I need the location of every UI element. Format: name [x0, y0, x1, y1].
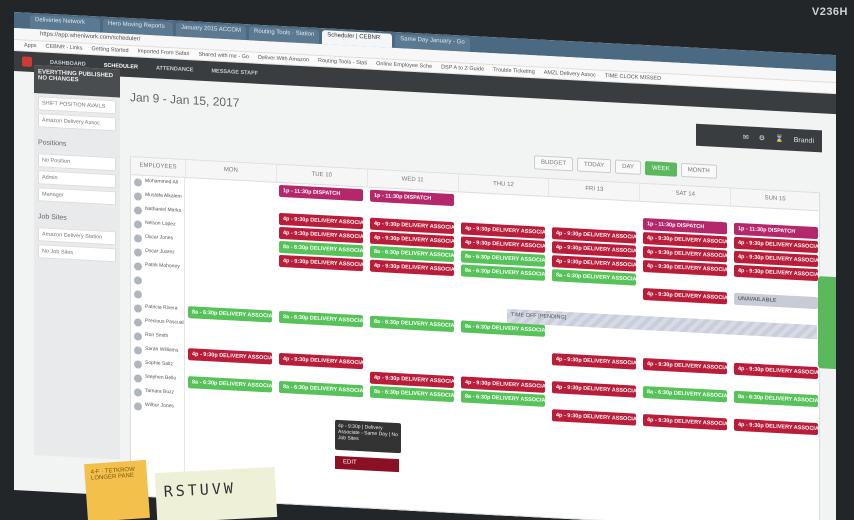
date-range[interactable]: Jan 9 - Jan 15, 2017 [130, 90, 239, 110]
shift-block[interactable]: 4p - 9:30p DELIVERY ASSOCIATE - 5 [734, 418, 818, 436]
shift-block[interactable]: 4p - 9:30p DELIVERY ASSOCIATE - 5 [643, 357, 727, 375]
day-header[interactable]: WED 11 [366, 169, 458, 192]
bookmark[interactable]: Apps [24, 43, 37, 52]
sticky-note: 4-F · TETKROW LONGER PANE [84, 459, 150, 520]
budget-button[interactable]: BUDGET [534, 155, 574, 172]
position-item[interactable]: No Position [38, 153, 116, 172]
shift-block[interactable]: 4p - 9:30p DELIVERY ASSOCIATE - 5 [188, 348, 272, 365]
shift-block[interactable]: 4p - 9:30p DELIVERY ASSOCIATE - 5 [643, 259, 727, 277]
shift-block[interactable]: 4p - 9:30p DELIVERY ASSOCIATE - 5 [552, 353, 636, 370]
job-site-item[interactable]: No Job Sites [38, 244, 116, 263]
shift-block[interactable]: 8a - 6:30p DELIVERY ASSOCIATE - 5 [552, 269, 636, 286]
keyboard-sticker: RSTUVW [154, 466, 278, 520]
job-sites-heading: Job Sites [38, 213, 67, 222]
day-button[interactable]: DAY [615, 159, 642, 175]
day-header[interactable]: MON [184, 159, 276, 182]
employee-column: Mohammed Ali Mustafa Alkalem Nathaniel Mar… [131, 175, 185, 498]
shift-block[interactable]: 8a - 6:30p DELIVERY ASSOCIATE - 5 [461, 264, 545, 281]
position-item[interactable]: Manager [38, 187, 116, 206]
time-off-block[interactable]: TIME OFF [PENDING] [507, 308, 817, 340]
schedule-grid: EMPLOYEES MON TUE 10 WED 11 THU 12 FRI 1… [130, 156, 820, 520]
day-header[interactable]: TUE 10 [275, 164, 367, 187]
month-button[interactable]: MONTH [680, 162, 717, 179]
location-select[interactable]: Amazon Delivery Assoc [38, 113, 116, 132]
monitor-label: V236H [811, 6, 848, 18]
shift-block[interactable]: 8a - 6:30p DELIVERY ASSOCIATE - 5 [279, 310, 363, 328]
shift-block[interactable]: 8a - 6:30p DELIVERY ASSOCIATE - 5 [461, 390, 545, 407]
job-site-item[interactable]: Amazon Delivery Station [38, 227, 116, 246]
screen: Deliveries Network Hero Moving Reports J… [14, 12, 836, 520]
shift-block[interactable]: 4p - 9:30p DELIVERY ASSOCIATE - 5 [279, 254, 363, 272]
today-button[interactable]: TODAY [577, 157, 612, 174]
shift-block[interactable]: 4p - 9:30p DELIVERY ASSOCIATE - 5 [734, 362, 818, 380]
sidebar-tab-position[interactable]: POSITION [59, 101, 85, 108]
shift-block[interactable]: UNAVAILABLE [734, 292, 818, 310]
nav-message-staff[interactable]: MESSAGE STAFF [211, 68, 257, 76]
shift-block[interactable]: 1p - 11:30p DISPATCH [370, 189, 454, 207]
sidebar-tab-avails[interactable]: AVAILS [87, 103, 105, 110]
shift-block[interactable]: 4p - 9:30p DELIVERY ASSOCIATE - 5 [370, 259, 454, 277]
shift-block[interactable]: 4p - 9:30p DELIVERY ASSOCIATE - 5 [279, 352, 363, 370]
shift-block[interactable]: 4p - 9:30p DELIVERY ASSOCIATE - 5 [552, 409, 636, 426]
employee-row[interactable]: Wilbur Jones [131, 399, 184, 416]
day-header[interactable]: THU 12 [457, 174, 549, 197]
shift-block[interactable]: 8a - 6:30p DELIVERY ASSOCIATE - 5 [370, 385, 454, 403]
shift-block[interactable]: 8a - 6:30p DELIVERY ASSOCIATE - 5 [370, 315, 454, 333]
shift-block[interactable]: 8a - 6:30p DELIVERY ASSOCIATE - 5 [643, 385, 727, 403]
app-logo-icon[interactable] [22, 56, 32, 67]
shift-block[interactable]: 8a - 6:30p DELIVERY ASSOCIATE - 5 [188, 306, 272, 323]
shift-block[interactable]: 4p - 9:30p DELIVERY ASSOCIATE - 5 [552, 381, 636, 398]
edit-shift-button[interactable]: EDIT [335, 455, 399, 473]
day-header[interactable]: FRI 13 [548, 179, 640, 201]
monitor: V236H Deliveries Network Hero Moving Rep… [0, 0, 854, 520]
employees-header: EMPLOYEES [139, 162, 177, 171]
sidebar: EVERYTHING PUBLISHED NO CHANGES SHIFT PO… [34, 65, 120, 460]
shift-block[interactable]: 1p - 11:30p DISPATCH [279, 184, 363, 202]
positions-heading: Positions [38, 139, 67, 148]
side-action-panel[interactable] [818, 276, 836, 370]
sidebar-tab-shift[interactable]: SHIFT [42, 100, 58, 107]
shift-block[interactable]: 8a - 6:30p DELIVERY ASSOCIATE - 5 [734, 390, 818, 408]
shift-tooltip: 4p - 9:30p | Delivery Associate - Same D… [335, 419, 401, 454]
shift-block[interactable]: 8a - 6:30p DELIVERY ASSOCIATE - 5 [279, 380, 363, 398]
shift-block[interactable]: 4p - 9:30p DELIVERY ASSOCIATE - 5 [643, 287, 727, 305]
day-header[interactable]: SUN 15 [730, 188, 820, 211]
shift-block[interactable]: 4p - 9:30p DELIVERY ASSOCIATE - 5 [734, 264, 818, 282]
publish-status[interactable]: EVERYTHING PUBLISHED NO CHANGES [34, 65, 120, 98]
day-header[interactable]: SAT 14 [639, 183, 731, 206]
sidebar-tabs: SHIFT POSITION AVAILS [38, 96, 116, 115]
week-button[interactable]: WEEK [645, 161, 677, 177]
shift-block[interactable]: 4p - 9:30p DELIVERY ASSOCIATE - 5 [643, 413, 727, 431]
nav-attendance[interactable]: ATTENDANCE [156, 65, 193, 73]
shift-block[interactable]: 8a - 6:30p DELIVERY ASSOCIATE - 5 [188, 376, 272, 393]
position-item[interactable]: Admin [38, 170, 116, 189]
